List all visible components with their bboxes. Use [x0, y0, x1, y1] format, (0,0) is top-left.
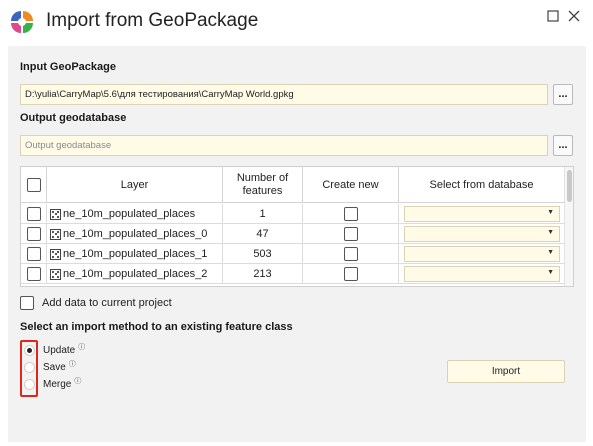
row-select-checkbox[interactable]: [26, 267, 41, 281]
save-radio[interactable]: [24, 362, 35, 373]
layer-cell: ne_10m_populated_places_1: [47, 244, 223, 264]
layer-cell: ne_10m_populated_places_2: [47, 264, 223, 284]
input-geopackage-label: Input GeoPackage: [20, 61, 116, 73]
layer-cell: ne_10m_populated_places: [47, 204, 223, 224]
merge-radio[interactable]: [24, 379, 35, 390]
dropdown-arrow-icon: ▼: [547, 269, 554, 276]
feature-class-dropdown[interactable]: ▼: [404, 246, 560, 262]
feature-class-dropdown[interactable]: ▼: [404, 206, 560, 222]
table-scrollbar[interactable]: [564, 167, 573, 286]
maximize-icon: [547, 10, 559, 22]
update-info-icon[interactable]: ⓘ: [78, 342, 85, 352]
feature-class-dropdown[interactable]: ▼: [404, 266, 560, 282]
create-new-checkbox[interactable]: [343, 247, 358, 261]
close-icon: [568, 10, 580, 22]
add-to-project-checkbox[interactable]: [20, 296, 34, 310]
output-geodatabase-label: Output geodatabase: [20, 112, 127, 124]
save-info-icon[interactable]: ⓘ: [69, 359, 76, 369]
feature-count: 213: [253, 268, 272, 280]
feature-count-cell: 213: [223, 264, 303, 284]
layer-name: ne_10m_populated_places_2: [63, 268, 208, 280]
point-layer-icon: [50, 228, 61, 240]
layer-name: ne_10m_populated_places: [63, 208, 196, 220]
feature-count-cell: 503: [223, 244, 303, 264]
input-geopackage-field[interactable]: [20, 84, 548, 105]
close-button[interactable]: [566, 8, 582, 24]
scrollbar-thumb[interactable]: [567, 170, 572, 202]
create-new-cell: [303, 264, 399, 284]
dropdown-arrow-icon: ▼: [547, 209, 554, 216]
table-row[interactable]: ne_10m_populated_places_2 213 ▼: [21, 264, 565, 284]
header-create-new: Create new: [303, 167, 399, 203]
create-new-checkbox[interactable]: [343, 267, 358, 281]
point-layer-icon: [50, 208, 61, 220]
app-logo-icon: [11, 11, 33, 33]
table-header: Layer Number of features Create new Sele…: [21, 167, 573, 203]
row-select-cell: [21, 244, 47, 264]
select-from-database-cell: ▼: [399, 244, 565, 264]
header-select-from-database: Select from database: [399, 167, 565, 203]
table-row[interactable]: ne_10m_populated_places 1 ▼: [21, 204, 565, 224]
save-radio-label: Save: [43, 362, 66, 373]
layers-table: Layer Number of features Create new Sele…: [20, 166, 574, 287]
create-new-cell: [303, 244, 399, 264]
import-method-label: Select an import method to an existing f…: [20, 321, 293, 333]
maximize-button[interactable]: [545, 8, 561, 24]
create-new-checkbox[interactable]: [343, 227, 358, 241]
create-new-cell: [303, 204, 399, 224]
import-button[interactable]: Import: [447, 360, 565, 383]
table-row[interactable]: ne_10m_populated_places_1 503 ▼: [21, 244, 565, 264]
output-browse-button[interactable]: ...: [553, 135, 573, 156]
feature-count: 1: [259, 208, 266, 220]
create-new-checkbox[interactable]: [343, 207, 358, 221]
feature-count: 47: [256, 228, 269, 240]
create-new-cell: [303, 224, 399, 244]
row-select-checkbox[interactable]: [26, 227, 41, 241]
layer-cell: ne_10m_populated_places_0: [47, 224, 223, 244]
point-layer-icon: [50, 248, 61, 260]
row-select-cell: [21, 224, 47, 244]
radio-option-update[interactable]: Update ⓘ: [24, 342, 85, 356]
feature-count-cell: 1: [223, 204, 303, 224]
point-layer-icon: [50, 268, 61, 280]
select-from-database-cell: ▼: [399, 204, 565, 224]
select-from-database-cell: ▼: [399, 264, 565, 284]
header-layer: Layer: [47, 167, 223, 203]
row-select-checkbox[interactable]: [26, 247, 41, 261]
dropdown-arrow-icon: ▼: [547, 229, 554, 236]
layer-name: ne_10m_populated_places_0: [63, 228, 208, 240]
row-select-cell: [21, 264, 47, 284]
merge-info-icon[interactable]: ⓘ: [74, 376, 81, 386]
dropdown-arrow-icon: ▼: [547, 249, 554, 256]
select-from-database-cell: ▼: [399, 224, 565, 244]
layer-name: ne_10m_populated_places_1: [63, 248, 208, 260]
feature-count-cell: 47: [223, 224, 303, 244]
header-number-of-features: Number of features: [223, 167, 303, 203]
import-geopackage-dialog: Import from GeoPackage Input GeoPackage …: [0, 0, 593, 446]
merge-radio-label: Merge: [43, 379, 72, 390]
radio-option-merge[interactable]: Merge ⓘ: [24, 376, 81, 390]
select-all-checkbox[interactable]: [26, 178, 41, 192]
add-to-project-option[interactable]: Add data to current project: [20, 296, 172, 310]
header-select-all-cell: [21, 167, 47, 203]
title-bar: Import from GeoPackage: [0, 0, 593, 44]
dialog-title: Import from GeoPackage: [46, 10, 259, 31]
update-radio-label: Update: [43, 345, 76, 356]
radio-option-save[interactable]: Save ⓘ: [24, 359, 76, 373]
row-select-cell: [21, 204, 47, 224]
table-row[interactable]: ne_10m_populated_places_0 47 ▼: [21, 224, 565, 244]
feature-class-dropdown[interactable]: ▼: [404, 226, 560, 242]
input-browse-button[interactable]: ...: [553, 84, 573, 105]
feature-count: 503: [253, 248, 272, 260]
output-geodatabase-field[interactable]: [20, 135, 548, 156]
update-radio[interactable]: [24, 345, 35, 356]
row-select-checkbox[interactable]: [26, 207, 41, 221]
add-to-project-label: Add data to current project: [42, 297, 172, 309]
